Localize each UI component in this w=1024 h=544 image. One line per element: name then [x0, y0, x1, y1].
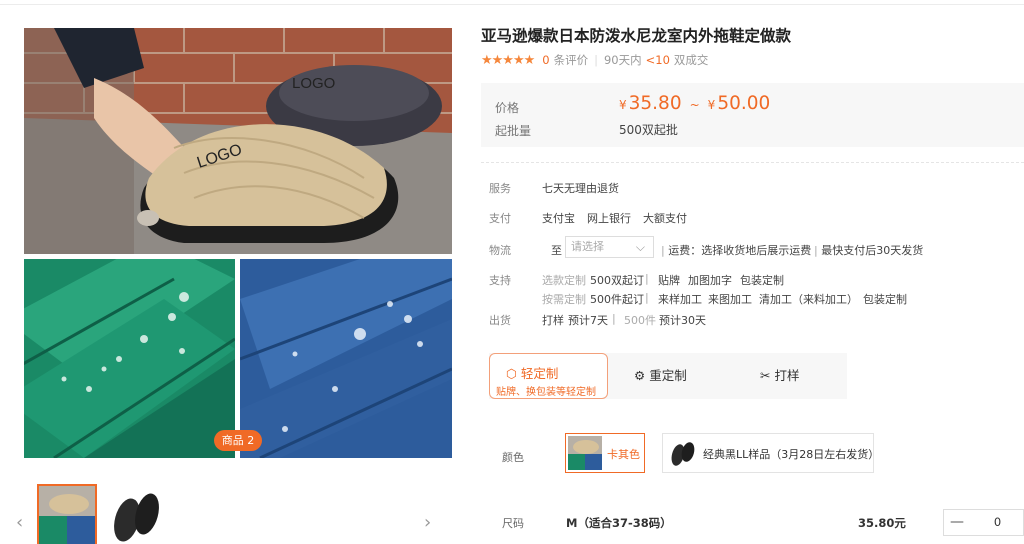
chevron-down-icon: ⌵	[635, 240, 645, 254]
tab-heavy-custom-label: 重定制	[649, 368, 687, 383]
support-r1-type: 选款定制	[542, 274, 586, 287]
product-gallery: LOGO LOGO	[24, 28, 452, 458]
tab-sample-label: 打样	[774, 368, 800, 383]
currency-high: ¥	[707, 98, 716, 112]
review-count[interactable]: 0	[542, 53, 549, 67]
price-label: 价格	[495, 101, 520, 115]
product-title: 亚马逊爆款日本防泼水尼龙室内外拖鞋定做款	[481, 27, 792, 45]
price-low: 35.80	[628, 93, 682, 114]
pay-label: 支付	[489, 212, 511, 225]
thumbnail-strip: ‹ ›	[0, 480, 452, 544]
divider	[481, 162, 1024, 163]
support-r2-opt4[interactable]: 包装定制	[863, 291, 907, 307]
region-select[interactable]: 请选择 ⌵	[565, 236, 654, 258]
separator: |	[645, 291, 649, 304]
size-price: 35.80元	[858, 516, 906, 530]
quantity-input[interactable]: 0	[970, 510, 1024, 535]
support-r2-moq: 500件起订	[590, 293, 644, 306]
color-option-khaki[interactable]: 卡其色	[565, 433, 645, 473]
pay-option-bank[interactable]: 网上银行	[587, 210, 631, 226]
main-product-image[interactable]: LOGO LOGO	[24, 28, 452, 254]
service-value[interactable]: 七天无理由退货	[542, 180, 619, 196]
shipping-fee-note: | 运费：选择收货地后展示运费	[661, 244, 812, 257]
color-option-khaki-label: 卡其色	[607, 448, 640, 461]
tab-light-custom-label: 轻定制	[520, 366, 559, 381]
support-r2-opt3[interactable]: 清加工（来料加工）	[759, 291, 858, 307]
currency-low: ¥	[619, 98, 627, 112]
size-value: M（适合37-38码）	[566, 516, 672, 530]
separator: |	[594, 53, 598, 67]
goods-count-badge[interactable]: 商品 2	[214, 430, 262, 451]
thumbnail-prev-icon[interactable]: ‹	[16, 512, 23, 533]
blue-fabric-image[interactable]	[240, 259, 452, 458]
tab-light-custom-sub: 贴牌、换包装等轻定制	[496, 387, 596, 398]
tab-light-custom-title: ⬡ 轻定制	[506, 363, 558, 382]
tab-heavy-custom[interactable]: ⚙ 重定制	[634, 353, 734, 399]
support-r1-opt2[interactable]: 加图加字	[688, 272, 732, 288]
min-order-value: 500双起批	[619, 123, 678, 137]
price-box: 价格 ¥35.80 ~ ¥50.00 起批量 500双起批	[481, 83, 1024, 147]
support-r1-opt1[interactable]: 贴牌	[658, 272, 680, 288]
ship-label: 出货	[489, 314, 511, 327]
box-icon: ⬡	[506, 366, 517, 381]
support-r2-opt1[interactable]: 来样加工	[658, 291, 702, 307]
pay-option-large[interactable]: 大额支付	[643, 210, 687, 226]
separator: |	[645, 272, 649, 285]
shipping-time-note: | 最快支付后30天发货	[814, 244, 924, 257]
tools-icon: ✂	[760, 368, 771, 383]
deal-count: <10	[645, 53, 670, 67]
support-r1-moq: 500双起订	[590, 274, 644, 287]
deal-unit: 双成交	[673, 53, 709, 67]
size-label: 尺码	[502, 517, 524, 530]
quantity-stepper[interactable]: — 0	[943, 509, 1024, 536]
separator: |	[612, 312, 616, 325]
logistics-to: 至	[551, 244, 562, 257]
sliders-icon: ⚙	[634, 368, 646, 383]
review-unit[interactable]: 条评价	[554, 52, 589, 68]
ship-bulk-time: 预计30天	[659, 314, 706, 327]
color-label: 颜色	[502, 451, 524, 464]
top-divider	[0, 4, 1024, 5]
quantity-minus-button[interactable]: —	[944, 510, 970, 535]
support-label: 支持	[489, 274, 511, 287]
price-separator: ~	[689, 98, 700, 112]
color-swatch-black	[667, 438, 697, 468]
rating-row: ★★★★★ 0 条评价 | 90天内 <10 双成交	[481, 52, 708, 68]
ship-bulk: 500件	[624, 314, 656, 327]
customization-tabs: ⬡ 轻定制 贴牌、换包装等轻定制 ⚙ 重定制 ✂ 打样	[489, 353, 847, 399]
price-high: 50.00	[717, 93, 771, 114]
days-label: 90天内	[603, 53, 642, 67]
star-rating-icon: ★★★★★	[481, 52, 535, 68]
thumbnail-next-icon[interactable]: ›	[424, 512, 431, 533]
color-option-black-label: 经典黑LL样品（3月28日左右发货）	[703, 448, 880, 461]
green-fabric-image[interactable]	[24, 259, 235, 458]
thumbnail-2[interactable]	[105, 486, 165, 544]
shipping-time-text: 最快支付后30天发货	[821, 244, 924, 257]
thumbnail-1[interactable]	[37, 484, 97, 544]
service-label: 服务	[489, 182, 511, 195]
support-r2-opt2[interactable]: 来图加工	[708, 291, 752, 307]
tab-sample[interactable]: ✂ 打样	[760, 353, 840, 399]
color-option-black[interactable]: 经典黑LL样品（3月28日左右发货）	[662, 433, 879, 473]
support-r1-opt3[interactable]: 包装定制	[740, 272, 784, 288]
min-order-label: 起批量	[495, 124, 532, 138]
color-swatch-khaki	[568, 436, 602, 470]
pay-option-alipay[interactable]: 支付宝	[542, 210, 575, 226]
support-r2-type: 按需定制	[542, 293, 586, 306]
tab-light-custom[interactable]: ⬡ 轻定制 贴牌、换包装等轻定制	[489, 353, 608, 399]
ship-sample-time: 预计7天	[568, 314, 608, 327]
price-range: ¥35.80 ~ ¥50.00	[619, 93, 770, 114]
logistics-label: 物流	[489, 244, 511, 257]
ship-sample: 打样	[542, 314, 564, 327]
region-select-placeholder: 请选择	[571, 240, 604, 253]
logo-text-back: LOGO	[292, 75, 335, 92]
shipping-fee-text: 运费：选择收货地后展示运费	[668, 244, 812, 257]
